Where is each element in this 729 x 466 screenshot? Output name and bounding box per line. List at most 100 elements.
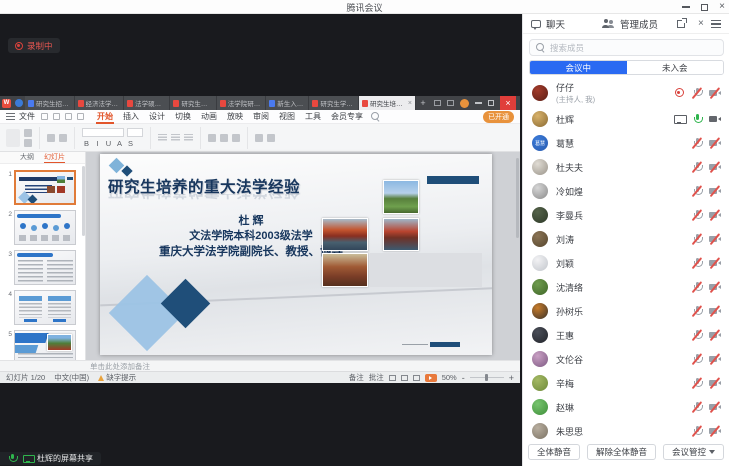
participant-row[interactable]: 杜辉 xyxy=(523,107,729,131)
camera-icon[interactable] xyxy=(708,160,722,174)
canvas-scrollbar[interactable] xyxy=(516,158,519,238)
menu-审阅[interactable]: 审阅 xyxy=(248,110,274,124)
ribbon-button[interactable] xyxy=(208,134,216,142)
wps-home-icon[interactable] xyxy=(13,96,25,110)
thumbnail-scrollbar[interactable] xyxy=(82,166,85,236)
notes-bar[interactable]: 单击此处添加备注 xyxy=(0,360,520,371)
file-menu[interactable]: 文件 xyxy=(19,111,35,122)
footer-button-解除全体静音[interactable]: 解除全体静音 xyxy=(587,444,656,460)
recording-badge[interactable]: 录制中 xyxy=(8,38,60,53)
footer-button-全体静音[interactable]: 全体静音 xyxy=(528,444,580,460)
camera-icon[interactable] xyxy=(708,376,722,390)
menu-工具[interactable]: 工具 xyxy=(300,110,326,124)
close-icon[interactable]: × xyxy=(719,2,725,12)
camera-icon[interactable] xyxy=(708,328,722,342)
normal-view-icon[interactable] xyxy=(389,375,396,381)
menu-动画[interactable]: 动画 xyxy=(196,110,222,124)
participant-row[interactable]: 葛慧葛慧 xyxy=(523,131,729,155)
camera-icon[interactable] xyxy=(708,424,722,438)
popout-icon[interactable] xyxy=(677,20,685,28)
camera-icon[interactable] xyxy=(708,304,722,318)
mic-icon[interactable] xyxy=(690,232,704,246)
language-indicator[interactable]: 中文(中国) xyxy=(54,372,89,383)
wps-account-avatar[interactable] xyxy=(460,99,469,108)
undo-icon[interactable] xyxy=(65,113,72,120)
print-icon[interactable] xyxy=(53,113,60,120)
sidebar-tab-幻灯片[interactable]: 幻灯片 xyxy=(44,152,65,163)
wps-document-tab[interactable]: 法学硕士生培养经验交流 xyxy=(124,96,170,110)
menu-视图[interactable]: 视图 xyxy=(274,110,300,124)
ribbon-button[interactable] xyxy=(220,134,228,142)
share-status-banner[interactable]: 杜辉的屏幕共享 xyxy=(0,452,101,465)
mic-icon[interactable] xyxy=(690,160,704,174)
ribbon-button[interactable] xyxy=(255,134,263,142)
ribbon-button[interactable] xyxy=(24,139,32,147)
comments-toggle-button[interactable]: 批注 xyxy=(369,372,384,383)
mic-icon[interactable] xyxy=(690,256,704,270)
wps-minimize-icon[interactable] xyxy=(475,102,482,103)
camera-icon[interactable] xyxy=(708,400,722,414)
mic-icon[interactable] xyxy=(690,424,704,438)
font-style-button[interactable]: B xyxy=(82,139,91,148)
maximize-icon[interactable] xyxy=(701,4,708,11)
mic-icon[interactable] xyxy=(690,208,704,222)
ribbon-button[interactable] xyxy=(184,134,193,142)
ribbon-button[interactable] xyxy=(24,129,32,137)
slide-1[interactable]: 研究生培养的重大法学经验 研究生培养的重大法学经验 杜 辉 文法学院本科2003… xyxy=(100,154,492,355)
participant-row[interactable]: 刘颖 xyxy=(523,251,729,275)
menu-切换[interactable]: 切换 xyxy=(170,110,196,124)
ribbon-button[interactable] xyxy=(171,134,180,142)
wps-maximize-icon[interactable] xyxy=(488,100,494,106)
sidebar-tab-大纲[interactable]: 大纲 xyxy=(20,152,34,163)
participant-row[interactable]: 沈清络 xyxy=(523,275,729,299)
wps-close-icon[interactable]: × xyxy=(500,96,516,110)
participant-row[interactable]: 李曼兵 xyxy=(523,203,729,227)
participant-row[interactable]: 冷如煌 xyxy=(523,179,729,203)
mic-icon[interactable] xyxy=(690,280,704,294)
ribbon-button[interactable] xyxy=(59,134,67,142)
menu-设计[interactable]: 设计 xyxy=(144,110,170,124)
segment-未入会[interactable]: 未入会 xyxy=(627,61,724,74)
ribbon-button[interactable] xyxy=(6,129,20,147)
ribbon-button[interactable] xyxy=(232,134,240,142)
mic-icon[interactable] xyxy=(690,112,704,126)
tab-manage-members[interactable]: 管理成员 xyxy=(620,17,658,31)
camera-icon[interactable] xyxy=(708,232,722,246)
wps-document-tab[interactable]: 研究生学术训练与论文写作 xyxy=(309,96,359,110)
font-style-button[interactable]: S xyxy=(126,139,135,148)
participant-row[interactable]: 赵琳 xyxy=(523,395,729,419)
redo-icon[interactable] xyxy=(77,113,84,120)
slide-canvas[interactable]: 研究生培养的重大法学经验 研究生培养的重大法学经验 杜 辉 文法学院本科2003… xyxy=(86,152,520,360)
participant-row[interactable]: 王惠 xyxy=(523,323,729,347)
participant-list[interactable]: 仔仔(主持人, 我)杜辉葛慧葛慧杜夫夫冷如煌李曼兵刘涛刘颖沈清络孙树乐王惠文伦谷… xyxy=(523,78,729,444)
mic-icon[interactable] xyxy=(690,400,704,414)
wps-document-tab[interactable]: 研究生导师工作条例解读 xyxy=(170,96,216,110)
slideshow-play-icon[interactable] xyxy=(425,374,437,382)
mic-icon[interactable] xyxy=(690,352,704,366)
ribbon-button[interactable] xyxy=(158,134,167,142)
zoom-slider[interactable] xyxy=(470,377,504,379)
wps-document-tab[interactable]: 新生入学教育专题讲座 xyxy=(266,96,309,110)
camera-icon[interactable] xyxy=(708,352,722,366)
participant-row[interactable]: 杜夫夫 xyxy=(523,155,729,179)
slide-thumbnail[interactable]: 3 xyxy=(2,250,82,285)
font-style-button[interactable]: I xyxy=(93,139,102,148)
sorter-view-icon[interactable] xyxy=(401,375,408,381)
panel-close-icon[interactable]: × xyxy=(698,19,704,29)
premium-badge[interactable]: 已开通 xyxy=(483,111,514,123)
participant-row[interactable]: 辛梅 xyxy=(523,371,729,395)
participant-row[interactable]: 朱思思 xyxy=(523,419,729,443)
search-input[interactable] xyxy=(550,43,717,53)
ribbon-button[interactable] xyxy=(47,134,55,142)
tab-chat[interactable]: 聊天 xyxy=(546,17,565,31)
layout-icon[interactable] xyxy=(434,100,441,106)
ribbon-button[interactable] xyxy=(267,134,275,142)
camera-icon[interactable] xyxy=(708,136,722,150)
wps-document-tab[interactable]: 法学院研究生教育情况汇报 xyxy=(217,96,267,110)
notes-toggle-button[interactable]: 备注 xyxy=(349,372,364,383)
wps-logo-icon[interactable]: W xyxy=(0,96,13,110)
font-name-box[interactable] xyxy=(82,128,124,137)
member-search-box[interactable] xyxy=(529,39,724,56)
wps-hamburger-icon[interactable] xyxy=(6,113,15,120)
mic-icon[interactable] xyxy=(690,304,704,318)
